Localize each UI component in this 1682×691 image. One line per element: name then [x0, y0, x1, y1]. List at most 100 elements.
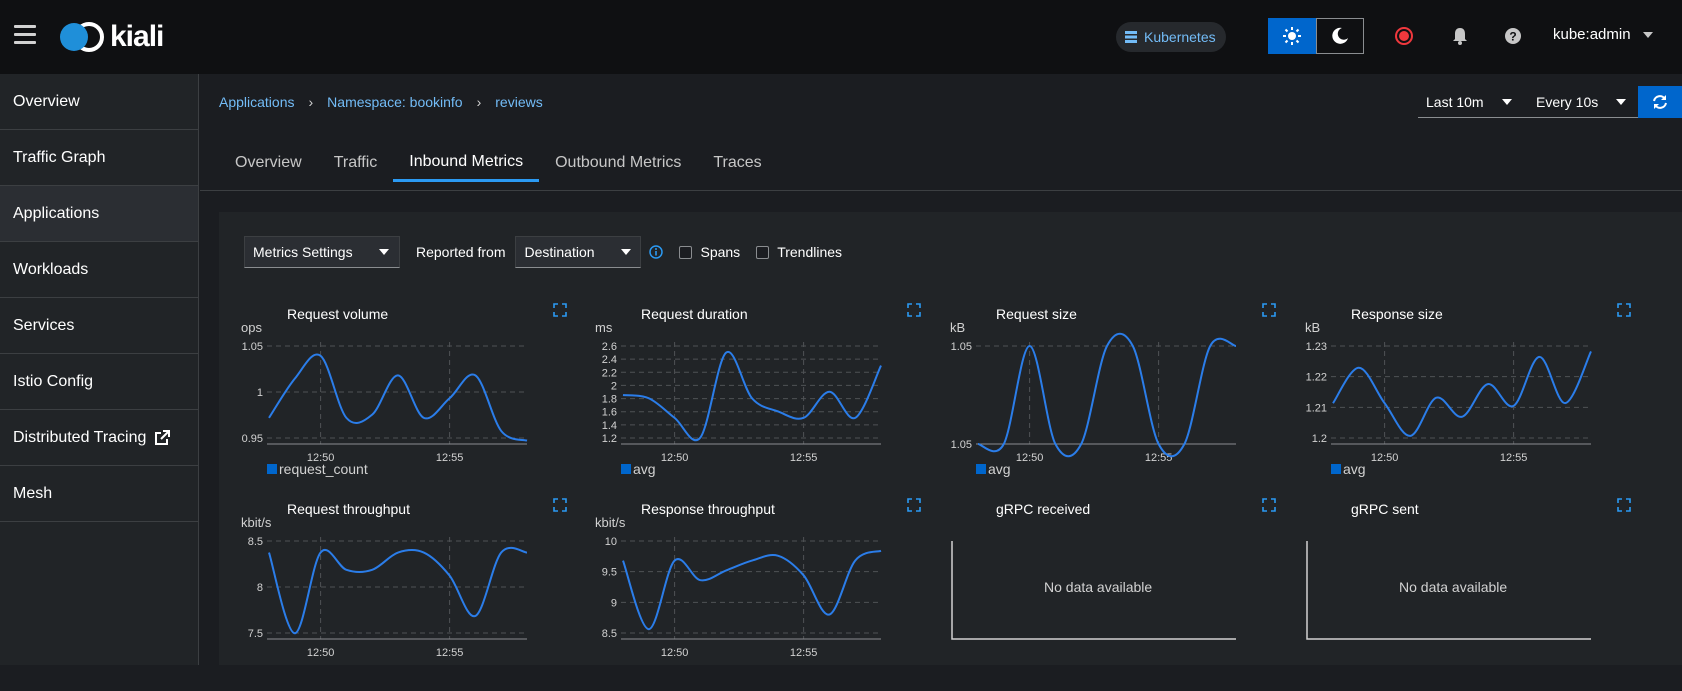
kiali-logo[interactable]: kiali — [60, 20, 164, 54]
breadcrumb-app[interactable]: reviews — [495, 94, 542, 110]
y-tick-label: 2.4 — [602, 354, 617, 366]
x-tick-label: 12:55 — [790, 647, 818, 659]
chart-legend[interactable]: request_count — [267, 461, 368, 477]
sun-icon — [1283, 27, 1301, 45]
record-icon[interactable] — [1394, 26, 1414, 46]
sidebar-item-istio-config[interactable]: Istio Config — [0, 354, 198, 410]
sidebar-item-mesh[interactable]: Mesh — [0, 466, 198, 522]
sidebar-item-applications[interactable]: Applications — [0, 186, 198, 242]
chart-legend[interactable]: avg — [976, 461, 1011, 477]
breadcrumb: Applications › Namespace: bookinfo › rev… — [219, 94, 543, 110]
series-line[interactable] — [622, 351, 882, 442]
tab-outbound-metrics[interactable]: Outbound Metrics — [539, 144, 697, 182]
y-tick-label: 8.5 — [248, 536, 263, 548]
metrics-settings-dropdown[interactable]: Metrics Settings — [244, 236, 400, 268]
y-tick-label: 10 — [605, 536, 617, 548]
chevron-right-icon: › — [476, 94, 482, 110]
refresh-interval-select[interactable]: Every 10s — [1528, 86, 1638, 118]
svg-text:?: ? — [1509, 30, 1516, 44]
chart-request-duration: Request duration ms 2.6 2.4 2.2 2 1.8 1.6 1.4 1.2… — [595, 303, 925, 496]
caret-down-icon — [620, 249, 631, 255]
expand-icon[interactable] — [553, 498, 567, 512]
x-tick-label: 12:50 — [1371, 452, 1399, 464]
moon-icon — [1332, 27, 1348, 44]
chart-legend[interactable]: avg — [1331, 461, 1366, 477]
reported-from-select[interactable]: Destination — [515, 236, 642, 268]
server-icon — [1125, 31, 1137, 43]
y-tick-label: 8.5 — [602, 628, 617, 640]
y-tick-label: 1.8 — [602, 394, 617, 406]
series-line[interactable] — [622, 549, 882, 631]
metrics-panel: Metrics Settings Reported from Destinati… — [219, 212, 1682, 665]
x-tick-label: 12:55 — [1145, 452, 1173, 464]
no-data-message: No data available — [1044, 579, 1153, 595]
breadcrumb-namespace[interactable]: Namespace: bookinfo — [327, 94, 462, 110]
sidebar-item-traffic-graph[interactable]: Traffic Graph — [0, 130, 198, 186]
spans-checkbox[interactable]: Spans — [679, 244, 740, 260]
user-menu[interactable]: kube:admin — [1553, 26, 1653, 43]
no-data-message: No data available — [1399, 579, 1508, 595]
theme-toggle[interactable] — [1268, 18, 1364, 54]
y-tick-label: 1.2 — [602, 433, 617, 445]
x-tick-label: 12:55 — [1500, 452, 1528, 464]
legend-swatch — [621, 464, 631, 474]
series-line[interactable] — [268, 353, 528, 442]
sidebar-item-distributed-tracing[interactable]: Distributed Tracing — [0, 410, 198, 466]
chart-title: Response throughput — [641, 501, 775, 517]
y-tick-label: 9 — [611, 597, 617, 609]
sidebar-item-services[interactable]: Services — [0, 298, 198, 354]
y-tick-label: 1.23 — [1306, 341, 1327, 353]
expand-icon[interactable] — [907, 498, 921, 512]
tab-traffic[interactable]: Traffic — [318, 144, 394, 182]
dark-theme-button[interactable] — [1316, 18, 1364, 54]
tab-inbound-metrics[interactable]: Inbound Metrics — [393, 144, 540, 182]
y-tick-label: 2.2 — [602, 367, 617, 379]
y-tick-label: 1.6 — [602, 407, 617, 419]
time-range-select[interactable]: Last 10m — [1418, 86, 1528, 118]
expand-icon[interactable] — [907, 303, 921, 317]
light-theme-button[interactable] — [1268, 18, 1316, 54]
legend-swatch — [976, 464, 986, 474]
x-tick-label: 12:55 — [790, 452, 818, 464]
y-tick-label: 0.95 — [242, 433, 263, 445]
x-tick-label: 12:50 — [307, 647, 335, 659]
sync-icon — [1653, 95, 1667, 109]
y-tick-label: 1.05 — [951, 439, 972, 451]
series-line[interactable] — [268, 546, 528, 635]
chart-title: Request duration — [641, 306, 748, 322]
y-tick-label: 1.05 — [951, 341, 972, 353]
expand-icon[interactable] — [1262, 303, 1276, 317]
chart-title: gRPC received — [996, 501, 1091, 517]
tab-overview[interactable]: Overview — [219, 144, 318, 182]
cluster-badge[interactable]: Kubernetes — [1116, 22, 1226, 52]
chart-title: gRPC sent — [1351, 501, 1419, 517]
external-link-icon — [155, 429, 171, 445]
x-tick-label: 12:55 — [436, 647, 464, 659]
y-tick-label: 1.2 — [1312, 433, 1327, 445]
expand-icon[interactable] — [1262, 498, 1276, 512]
expand-icon[interactable] — [1617, 303, 1631, 317]
bell-icon[interactable] — [1450, 26, 1470, 46]
y-tick-label: 1.4 — [602, 420, 617, 432]
help-icon[interactable]: ? — [1503, 26, 1523, 46]
tab-bar: Overview Traffic Inbound Metrics Outboun… — [219, 144, 778, 182]
chart-legend[interactable]: avg — [621, 461, 656, 477]
series-line[interactable] — [977, 332, 1237, 458]
series-line[interactable] — [1332, 350, 1592, 437]
chart-title: Request size — [996, 306, 1077, 322]
chart-title: Response size — [1351, 306, 1443, 322]
refresh-button[interactable] — [1638, 86, 1682, 118]
breadcrumb-applications[interactable]: Applications — [219, 94, 295, 110]
expand-icon[interactable] — [1617, 498, 1631, 512]
tab-traces[interactable]: Traces — [697, 144, 777, 182]
time-controls: Last 10m Every 10s — [1418, 86, 1682, 118]
sidebar-item-overview[interactable]: Overview — [0, 74, 198, 130]
trendlines-checkbox[interactable]: Trendlines — [756, 244, 842, 260]
sidebar-item-workloads[interactable]: Workloads — [0, 242, 198, 298]
caret-down-icon — [1642, 31, 1653, 38]
hamburger-menu-icon[interactable] — [14, 25, 36, 45]
caret-down-icon — [378, 249, 389, 255]
info-icon[interactable] — [649, 245, 664, 259]
expand-icon[interactable] — [553, 303, 567, 317]
legend-swatch — [1331, 464, 1341, 474]
